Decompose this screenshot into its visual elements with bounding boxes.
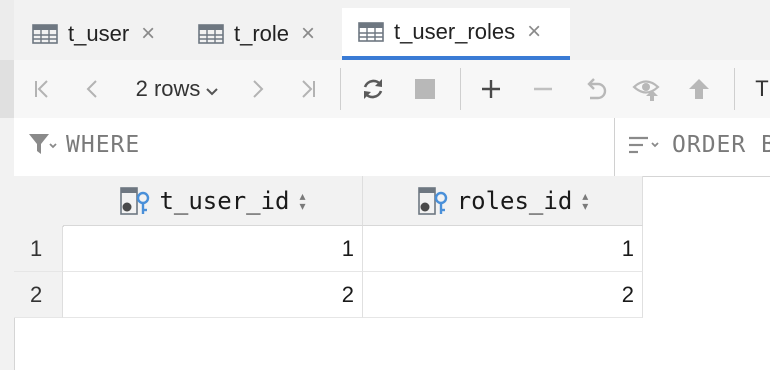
close-icon[interactable]: × xyxy=(527,20,541,44)
delete-row-button[interactable] xyxy=(526,60,560,118)
tab-label: t_user_roles xyxy=(394,19,516,44)
rows-count-label: 2 rows xyxy=(135,76,201,101)
foreign-key-column-icon xyxy=(120,186,150,215)
revert-button[interactable] xyxy=(578,60,612,118)
minus-icon xyxy=(534,87,552,91)
eye-upload-icon xyxy=(632,80,660,101)
table-cell[interactable]: 1 xyxy=(63,226,363,272)
refresh-icon xyxy=(363,79,383,99)
stop-button[interactable] xyxy=(408,60,442,118)
left-gutter-toolbar-section xyxy=(0,60,14,118)
submit-button[interactable] xyxy=(682,60,716,118)
overflow-toolbar-item[interactable]: T xyxy=(752,60,770,118)
filter-icon xyxy=(29,134,57,154)
where-filter-input[interactable]: WHERE xyxy=(28,132,140,158)
row-number[interactable]: 1 xyxy=(14,226,63,272)
sort-lines-icon xyxy=(629,136,659,154)
chevron-left-icon xyxy=(86,80,97,98)
undo-icon xyxy=(587,78,607,100)
sort-icon[interactable]: ▴ ▾ xyxy=(582,190,588,212)
tab-t-user[interactable]: t_user × xyxy=(32,8,155,60)
table-cell[interactable]: 1 xyxy=(363,226,643,272)
grid-corner-cell xyxy=(14,176,64,227)
close-icon[interactable]: × xyxy=(301,22,315,46)
chevron-down-icon xyxy=(206,88,219,96)
data-toolbar: 2 rows T xyxy=(14,60,770,119)
toolbar-separator xyxy=(340,68,341,110)
foreign-key-column-icon xyxy=(417,186,447,215)
column-header-label: t_user_id xyxy=(159,186,290,215)
add-row-button[interactable] xyxy=(474,60,508,118)
column-header-roles-id[interactable]: roles_id ▴ ▾ xyxy=(363,176,643,226)
last-page-button[interactable] xyxy=(290,60,324,118)
next-page-button[interactable] xyxy=(240,60,274,118)
table-cell[interactable]: 2 xyxy=(63,272,363,318)
tab-label: t_user xyxy=(68,21,130,46)
editor-tab-bar: t_user × t_role × t_user_roles × xyxy=(14,0,770,61)
tab-t-user-roles[interactable]: t_user_roles × xyxy=(342,8,570,60)
close-icon[interactable]: × xyxy=(141,22,155,46)
view-changes-button[interactable] xyxy=(630,60,664,118)
last-page-icon xyxy=(302,80,315,98)
table-icon xyxy=(358,22,384,42)
table-icon xyxy=(32,24,58,44)
plus-icon xyxy=(482,80,500,98)
first-page-button[interactable] xyxy=(26,60,60,118)
tab-label: t_role xyxy=(234,21,290,46)
first-page-icon xyxy=(35,80,48,98)
column-header-t-user-id[interactable]: t_user_id ▴ ▾ xyxy=(63,176,363,226)
refresh-button[interactable] xyxy=(356,60,390,118)
where-placeholder: WHERE xyxy=(66,132,141,158)
left-gutter-top xyxy=(0,0,14,60)
tab-t-role[interactable]: t_role × xyxy=(198,8,315,60)
column-header-label: roles_id xyxy=(456,186,573,215)
previous-page-button[interactable] xyxy=(76,60,110,118)
filter-separator xyxy=(614,118,615,176)
table-cell[interactable]: 2 xyxy=(363,272,643,318)
order-by-input[interactable]: ORDER B xyxy=(628,132,770,158)
toolbar-separator xyxy=(734,68,735,110)
overflow-label: T xyxy=(755,76,769,101)
arrow-up-icon xyxy=(689,79,709,99)
sort-icon[interactable]: ▴ ▾ xyxy=(300,190,306,212)
order-placeholder: ORDER B xyxy=(672,132,770,158)
chevron-right-icon xyxy=(253,80,264,98)
toolbar-separator xyxy=(460,68,461,110)
rows-count-dropdown[interactable]: 2 rows xyxy=(128,60,228,118)
row-number[interactable]: 2 xyxy=(14,272,63,318)
stop-icon xyxy=(415,79,435,99)
table-icon xyxy=(198,24,224,44)
